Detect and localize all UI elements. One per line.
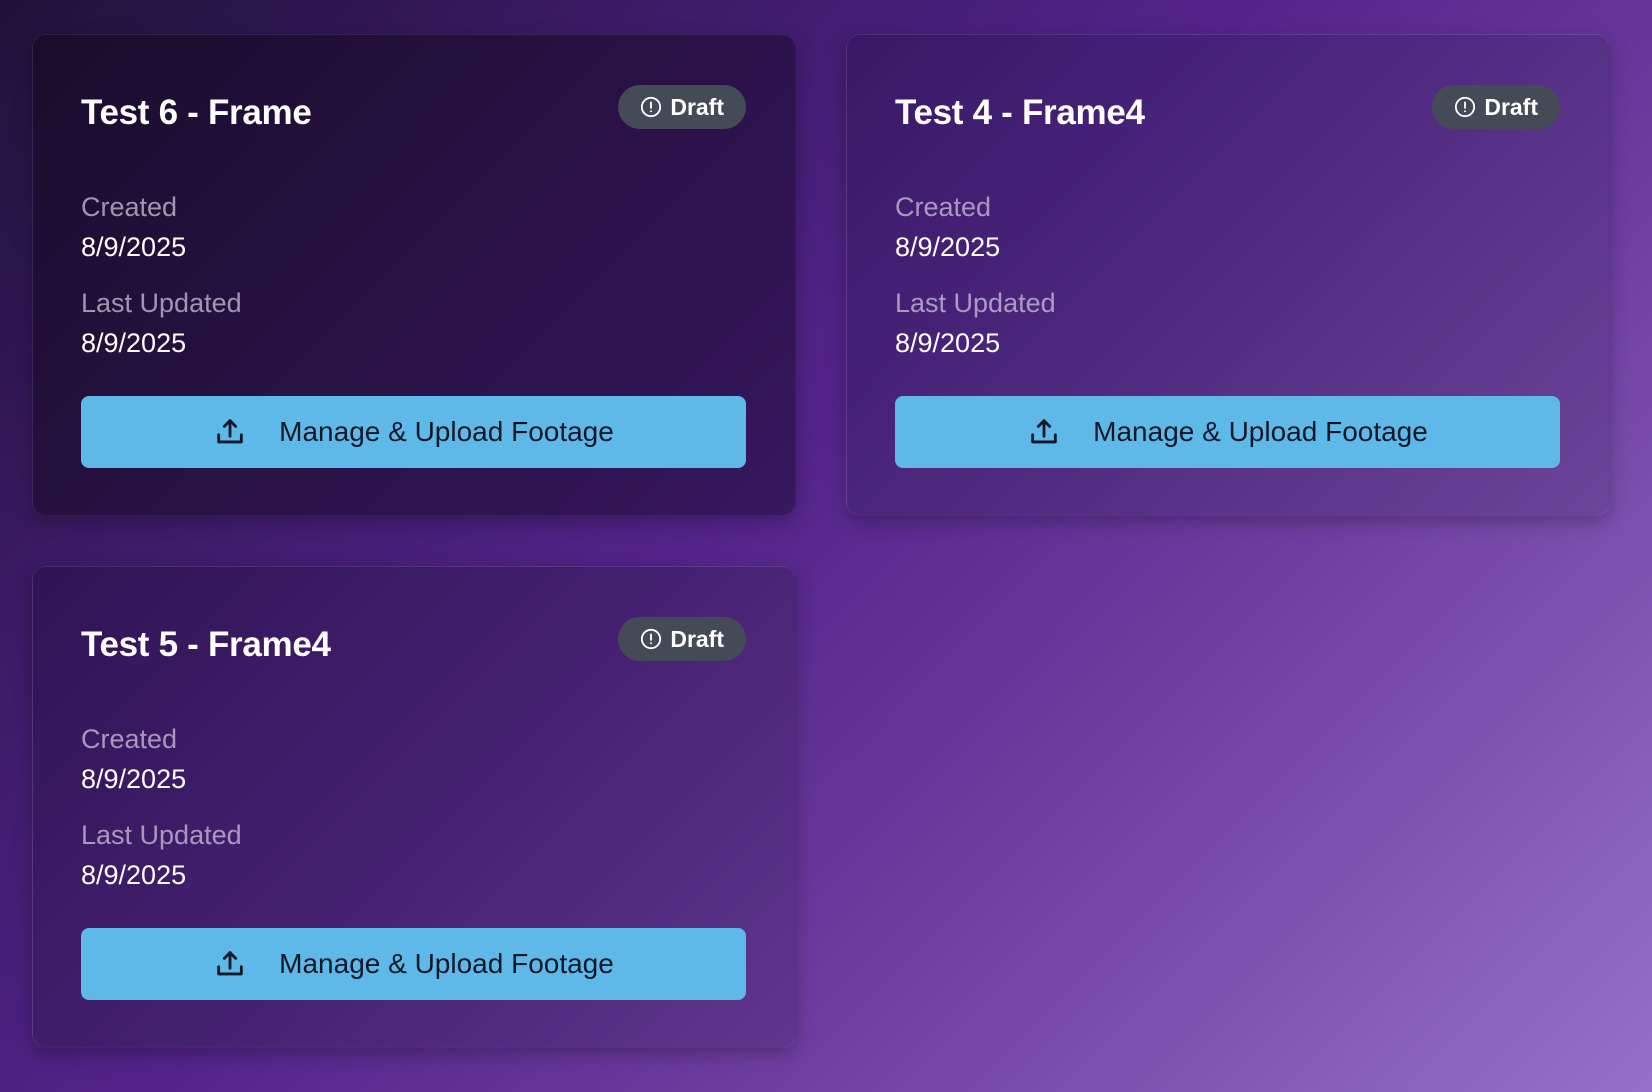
button-label: Manage & Upload Footage [1093,416,1428,447]
last-updated-value: 8/9/2025 [81,860,187,890]
card-title: Test 6 - Frame [81,93,312,132]
alert-circle-icon [1454,96,1476,118]
created-label: Created [81,724,178,754]
manage-upload-footage-button[interactable]: Manage & Upload Footage [895,396,1560,468]
created-value: 8/9/2025 [81,764,187,794]
manage-upload-footage-button[interactable]: Manage & Upload Footage [81,928,746,1000]
card-title: Test 5 - Frame4 [81,625,331,664]
project-card: Test 6 - Frame Draft Created 8/9/2025 La… [32,34,796,516]
status-badge-label: Draft [670,93,724,120]
project-card: Test 4 - Frame4 Draft Created 8/9/2025 L… [846,34,1610,516]
manage-upload-footage-button[interactable]: Manage & Upload Footage [81,396,746,468]
status-badge-label: Draft [670,625,724,652]
status-badge: Draft [618,85,746,129]
upload-icon [213,947,247,981]
status-badge-label: Draft [1484,93,1538,120]
created-value: 8/9/2025 [81,232,187,262]
last-updated-value: 8/9/2025 [81,328,187,358]
status-badge: Draft [1432,85,1560,129]
created-label: Created [81,192,178,222]
last-updated-value: 8/9/2025 [895,328,1001,358]
project-card: Test 5 - Frame4 Draft Created 8/9/2025 L… [32,566,796,1048]
upload-icon [1027,415,1061,449]
created-value: 8/9/2025 [895,232,1001,262]
status-badge: Draft [618,617,746,661]
button-label: Manage & Upload Footage [279,948,614,979]
upload-icon [213,415,247,449]
alert-circle-icon [640,96,662,118]
last-updated-label: Last Updated [81,288,242,318]
last-updated-label: Last Updated [81,820,242,850]
alert-circle-icon [640,628,662,650]
created-label: Created [895,192,992,222]
button-label: Manage & Upload Footage [279,416,614,447]
card-title: Test 4 - Frame4 [895,93,1145,132]
project-card-grid: Test 6 - Frame Draft Created 8/9/2025 La… [32,34,1612,1048]
last-updated-label: Last Updated [895,288,1056,318]
